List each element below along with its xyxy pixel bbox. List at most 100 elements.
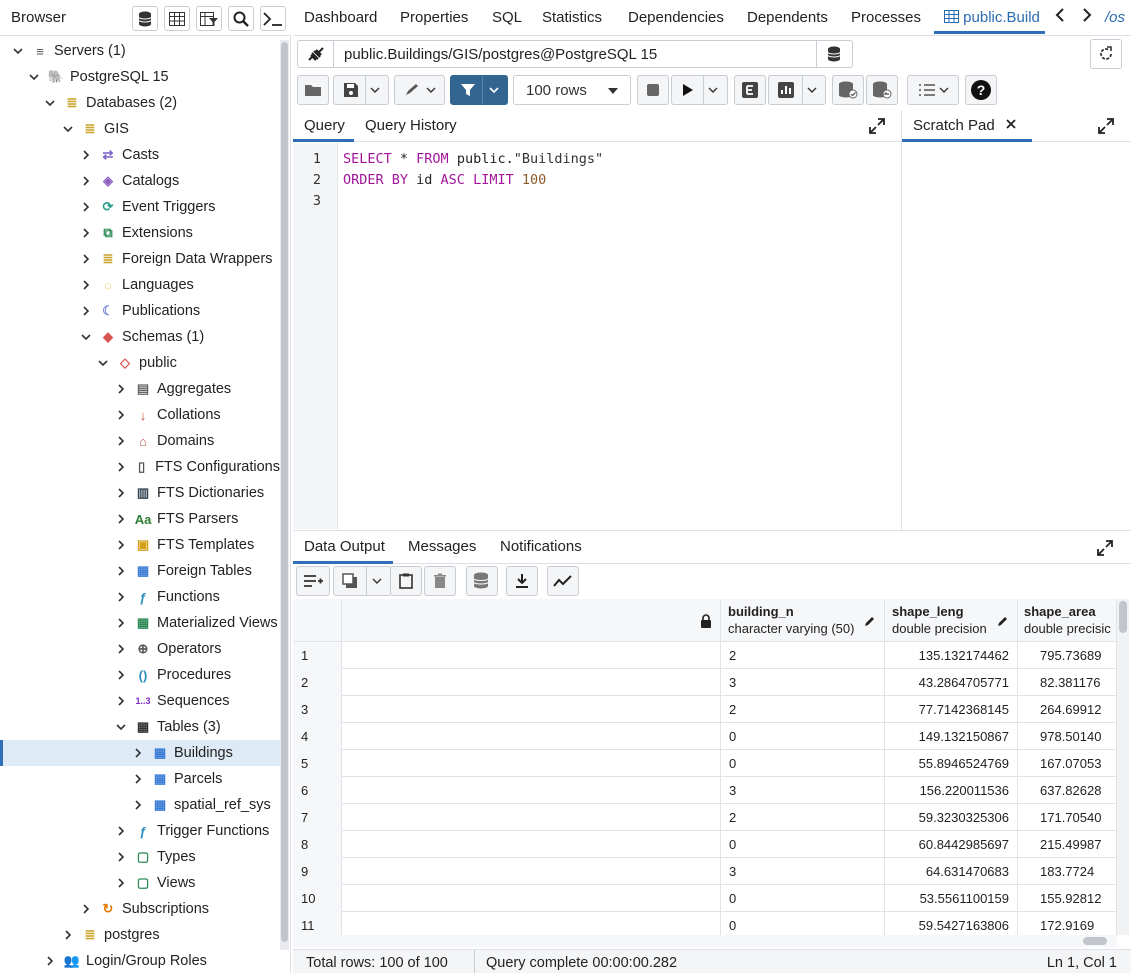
table-row[interactable]: 8 0 60.8442985697 215.49987 — [293, 831, 1117, 858]
tree-node-functions[interactable]: ƒ Functions — [0, 584, 280, 610]
cell-building-n[interactable]: 0 — [721, 750, 885, 777]
tabs-scroll-right[interactable] — [1082, 7, 1092, 27]
tree-node-aggregates[interactable]: ▤ Aggregates — [0, 376, 280, 402]
cell-shape-area[interactable]: 172.9169 — [1018, 912, 1117, 935]
cell-shape-leng[interactable]: 43.2864705771 — [885, 669, 1018, 696]
row-number[interactable]: 6 — [293, 777, 342, 804]
tree-node-parcels[interactable]: ▦ Parcels — [0, 766, 280, 792]
chevron-down-icon[interactable] — [114, 720, 128, 734]
tree-node-casts[interactable]: ⇄ Casts — [0, 142, 280, 168]
table-row[interactable]: 11 0 59.5427163806 172.9169 — [293, 912, 1117, 935]
row-number-header[interactable] — [293, 599, 342, 642]
chevron-right-icon[interactable] — [61, 928, 75, 942]
tree-node-subscriptions[interactable]: ↻ Subscriptions — [0, 896, 280, 922]
tree-node-types[interactable]: ▢ Types — [0, 844, 280, 870]
chevron-right-icon[interactable] — [79, 200, 93, 214]
tree-node-login-group-roles[interactable]: 👥 Login/Group Roles — [0, 948, 280, 973]
tree-node-extensions[interactable]: ⧉ Extensions — [0, 220, 280, 246]
cell-shape-leng[interactable]: 55.8946524769 — [885, 750, 1018, 777]
cell-shape-leng[interactable]: 53.5561100159 — [885, 885, 1018, 912]
tree-node-materialized-views[interactable]: ▦ Materialized Views — [0, 610, 280, 636]
tab-messages[interactable]: Messages — [408, 538, 476, 555]
tree-node-buildings[interactable]: ▦ Buildings — [0, 740, 280, 766]
cell-shape-area[interactable]: 183.7724 — [1018, 858, 1117, 885]
chevron-right-icon[interactable] — [114, 460, 127, 474]
tree-node-domains[interactable]: ⌂ Domains — [0, 428, 280, 454]
cell-id[interactable] — [342, 858, 721, 885]
cell-id[interactable] — [342, 642, 721, 669]
tab-properties[interactable]: Properties — [400, 9, 468, 26]
cell-building-n[interactable]: 3 — [721, 858, 885, 885]
table-row[interactable]: 5 0 55.8946524769 167.07053 — [293, 750, 1117, 777]
chevron-right-icon[interactable] — [114, 486, 128, 500]
cell-id[interactable] — [342, 723, 721, 750]
chevron-right-icon[interactable] — [114, 564, 128, 578]
column-header-id[interactable] — [342, 599, 721, 642]
cell-shape-area[interactable]: 637.82628 — [1018, 777, 1117, 804]
row-number[interactable]: 10 — [293, 885, 342, 912]
cell-shape-leng[interactable]: 59.5427163806 — [885, 912, 1018, 935]
save-dropdown[interactable] — [364, 76, 380, 104]
chevron-down-icon[interactable] — [61, 122, 75, 136]
tree-node-foreign-data-wrappers[interactable]: ≣ Foreign Data Wrappers — [0, 246, 280, 272]
tab-query-tool[interactable]: public.Build — [944, 9, 1040, 26]
cell-building-n[interactable]: 2 — [721, 696, 885, 723]
execute-dropdown[interactable] — [702, 76, 718, 104]
rollback-button[interactable] — [866, 75, 898, 105]
commit-button[interactable] — [832, 75, 864, 105]
cell-id[interactable] — [342, 696, 721, 723]
tab-query[interactable]: Query — [304, 117, 345, 134]
close-scratch-pad-button[interactable] — [1006, 116, 1016, 132]
download-button[interactable] — [506, 566, 538, 596]
cell-shape-leng[interactable]: 149.132150867 — [885, 723, 1018, 750]
chevron-down-icon[interactable] — [27, 70, 41, 84]
tab-notifications[interactable]: Notifications — [500, 538, 582, 555]
filter-button[interactable] — [450, 75, 508, 105]
tab-data-output[interactable]: Data Output — [304, 538, 385, 555]
refresh-button[interactable] — [1090, 39, 1122, 69]
cell-building-n[interactable]: 2 — [721, 642, 885, 669]
sql-editor[interactable]: 1 2 3 SELECT * FROM public."Buildings" O… — [293, 143, 900, 529]
chevron-right-icon[interactable] — [79, 174, 93, 188]
tree-node-fts-parsers[interactable]: Aa FTS Parsers — [0, 506, 280, 532]
paste-button[interactable] — [390, 566, 422, 596]
view-data-button[interactable] — [164, 6, 190, 31]
scratch-pad-editor[interactable] — [902, 143, 1131, 529]
tree-node-fts-templates[interactable]: ▣ FTS Templates — [0, 532, 280, 558]
cell-building-n[interactable]: 0 — [721, 885, 885, 912]
chevron-right-icon[interactable] — [114, 668, 128, 682]
rows-limit-select[interactable]: 100 rows — [513, 75, 631, 105]
chevron-right-icon[interactable] — [131, 798, 145, 812]
chevron-right-icon[interactable] — [114, 538, 128, 552]
cell-id[interactable] — [342, 885, 721, 912]
tab-overflow[interactable]: /os — [1105, 9, 1125, 26]
edit-button[interactable] — [394, 75, 445, 105]
maximize-editor-button[interactable] — [869, 118, 885, 138]
cell-shape-area[interactable]: 167.07053 — [1018, 750, 1117, 777]
cell-shape-leng[interactable]: 156.220011536 — [885, 777, 1018, 804]
cell-building-n[interactable]: 3 — [721, 777, 885, 804]
psql-tool-button[interactable] — [260, 6, 286, 31]
column-header-shape-leng[interactable]: shape_leng double precision — [885, 599, 1018, 642]
cell-id[interactable] — [342, 750, 721, 777]
chevron-right-icon[interactable] — [114, 694, 128, 708]
tree-node-publications[interactable]: ☾ Publications — [0, 298, 280, 324]
table-row[interactable]: 10 0 53.5561100159 155.92812 — [293, 885, 1117, 912]
tree-node-postgres[interactable]: ≣ postgres — [0, 922, 280, 948]
maximize-scratch-button[interactable] — [1098, 118, 1114, 138]
cell-shape-area[interactable]: 264.69912 — [1018, 696, 1117, 723]
chevron-right-icon[interactable] — [131, 746, 145, 760]
table-row[interactable]: 1 2 135.132174462 795.73689 — [293, 642, 1117, 669]
chevron-right-icon[interactable] — [114, 824, 128, 838]
row-number[interactable]: 7 — [293, 804, 342, 831]
tree-node-databases-2[interactable]: ≣ Databases (2) — [0, 90, 280, 116]
chevron-right-icon[interactable] — [114, 512, 128, 526]
chevron-down-icon[interactable] — [79, 330, 93, 344]
tree-node-servers-1[interactable]: ≡ Servers (1) — [0, 38, 280, 64]
cell-building-n[interactable]: 0 — [721, 723, 885, 750]
row-number[interactable]: 2 — [293, 669, 342, 696]
row-number[interactable]: 9 — [293, 858, 342, 885]
cell-shape-leng[interactable]: 59.3230325306 — [885, 804, 1018, 831]
tree-node-foreign-tables[interactable]: ▦ Foreign Tables — [0, 558, 280, 584]
cell-shape-leng[interactable]: 64.631470683 — [885, 858, 1018, 885]
